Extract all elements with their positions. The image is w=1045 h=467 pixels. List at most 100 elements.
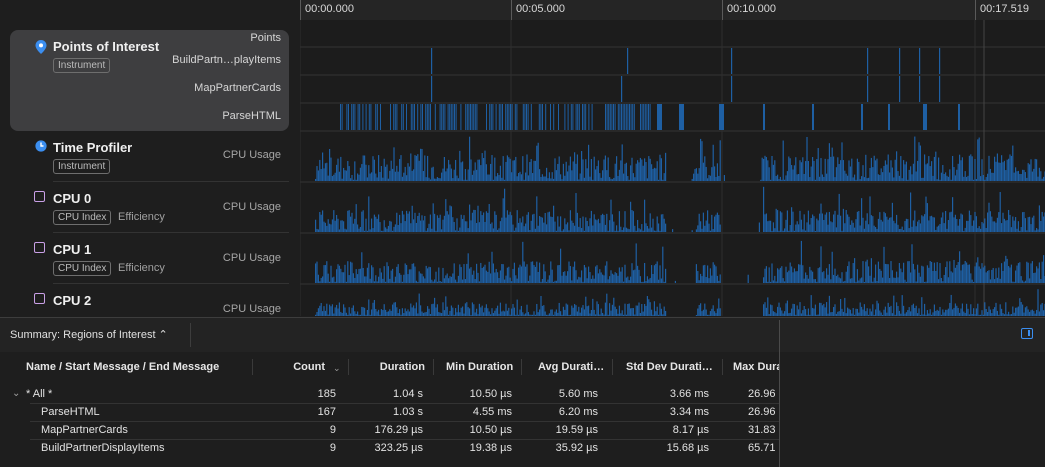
usage-bar <box>973 179 975 181</box>
table-row[interactable]: ⌄ * All * 185 1.04 s 10.50 µs 5.60 ms 3.… <box>0 386 780 404</box>
usage-bar <box>316 228 318 232</box>
column-separator[interactable] <box>252 359 253 375</box>
usage-bar <box>935 151 937 181</box>
usage-bar <box>939 263 941 283</box>
disclosure-chevron-icon[interactable]: ⌄ <box>12 388 20 399</box>
usage-bar <box>715 214 717 232</box>
usage-bar <box>602 274 604 283</box>
usage-bar <box>392 230 394 232</box>
usage-bar <box>779 267 781 283</box>
column-separator[interactable] <box>722 359 723 375</box>
usage-bar <box>821 174 823 181</box>
usage-bar <box>348 166 350 181</box>
usage-bar <box>917 264 919 283</box>
usage-bar <box>858 211 860 232</box>
column-header-std-dev-duration[interactable]: Std Dev Durati… <box>626 361 713 373</box>
usage-bar <box>887 302 889 316</box>
region-mark <box>490 104 492 130</box>
usage-bar <box>401 308 403 316</box>
usage-bar <box>963 176 965 181</box>
column-separator[interactable] <box>521 359 522 375</box>
usage-bar <box>441 172 443 181</box>
usage-bar <box>506 210 508 232</box>
column-header-min-duration[interactable]: Min Duration <box>446 361 513 373</box>
usage-bar <box>596 301 598 316</box>
usage-bar <box>645 305 647 316</box>
column-header-duration[interactable]: Duration <box>355 361 425 373</box>
track-cpu-2[interactable]: CPU 2 CPU Usage <box>10 285 289 316</box>
track-time-profiler[interactable]: Time Profiler Instrument CPU Usage <box>10 132 289 182</box>
usage-bar <box>1043 310 1045 316</box>
region-mark <box>679 104 684 130</box>
usage-bar <box>956 218 958 232</box>
usage-bar <box>565 303 567 316</box>
lane-label-cpu-usage: CPU Usage <box>222 252 281 264</box>
usage-bar <box>558 302 560 316</box>
usage-bar <box>438 267 440 283</box>
usage-bar <box>611 179 613 181</box>
table-row[interactable]: ParseHTML 167 1.03 s 4.55 ms 6.20 ms 3.3… <box>0 404 780 422</box>
usage-bar <box>481 305 483 316</box>
column-separator[interactable] <box>612 359 613 375</box>
timeline-graph[interactable] <box>300 20 1045 316</box>
usage-bar <box>767 297 769 316</box>
usage-bar <box>842 160 844 181</box>
summary-selector[interactable]: Summary: Regions of Interest ⌃ <box>10 328 168 341</box>
usage-bar <box>494 211 496 232</box>
sidebar-toggle-icon[interactable] <box>1021 328 1033 339</box>
usage-bar <box>511 308 513 316</box>
region-mark <box>500 104 502 130</box>
table-row[interactable]: MapPartnerCards 9 176.29 µs 10.50 µs 19.… <box>0 422 780 440</box>
usage-bar <box>575 193 577 232</box>
usage-bar <box>989 279 991 283</box>
timeline-graph-area[interactable] <box>300 20 1045 316</box>
usage-bar <box>712 229 714 232</box>
usage-bar <box>589 176 591 181</box>
usage-bar <box>565 224 567 232</box>
usage-bar <box>499 270 501 283</box>
table-row[interactable]: BuildPartnerDisplayItems 9 323.25 µs 19.… <box>0 440 780 458</box>
usage-bar <box>813 308 815 316</box>
usage-bar <box>849 309 851 316</box>
usage-bar <box>362 267 364 283</box>
track-name: CPU 0 <box>53 191 92 206</box>
usage-bar <box>869 308 871 316</box>
usage-bar <box>816 218 818 232</box>
usage-bar <box>434 279 436 283</box>
usage-bar <box>960 160 962 181</box>
timeline-ruler[interactable]: 00:00.000 00:05.000 00:10.000 00:17.519 <box>300 0 1045 21</box>
usage-bar <box>425 230 427 232</box>
usage-bar <box>889 217 891 232</box>
usage-bar <box>505 275 507 283</box>
usage-bar <box>646 276 648 283</box>
column-header-max-duration[interactable]: Max Dura <box>733 361 783 373</box>
column-separator[interactable] <box>433 359 434 375</box>
usage-bar <box>628 229 630 232</box>
usage-bar <box>649 277 651 283</box>
column-header-avg-duration[interactable]: Avg Durati… <box>538 361 604 373</box>
usage-bar <box>952 272 954 283</box>
usage-bar <box>770 281 772 283</box>
usage-bar <box>861 176 863 181</box>
usage-bar <box>933 217 935 232</box>
cpu-icon <box>34 242 45 253</box>
usage-bar <box>352 273 354 283</box>
column-separator[interactable] <box>348 359 349 375</box>
column-header-name[interactable]: Name / Start Message / End Message <box>26 361 219 373</box>
usage-bar <box>921 297 923 316</box>
usage-bar <box>554 158 556 181</box>
usage-bar <box>588 144 590 181</box>
column-header-count[interactable]: Count <box>270 361 325 373</box>
usage-bar <box>1012 281 1014 283</box>
region-mark <box>508 104 510 130</box>
usage-bar <box>334 220 336 232</box>
track-points-of-interest[interactable]: Points of Interest Instrument Points Bui… <box>10 30 289 131</box>
usage-bar <box>513 307 515 316</box>
sort-chevron-icon[interactable]: ⌄ <box>333 363 341 374</box>
track-cpu-0[interactable]: CPU 0 CPU Index Efficiency CPU Usage <box>10 183 289 233</box>
track-cpu-1[interactable]: CPU 1 CPU Index Efficiency CPU Usage <box>10 234 289 284</box>
usage-bar <box>488 204 490 232</box>
usage-bar <box>707 314 709 316</box>
pane-divider[interactable] <box>779 320 780 467</box>
usage-bar <box>840 215 842 232</box>
